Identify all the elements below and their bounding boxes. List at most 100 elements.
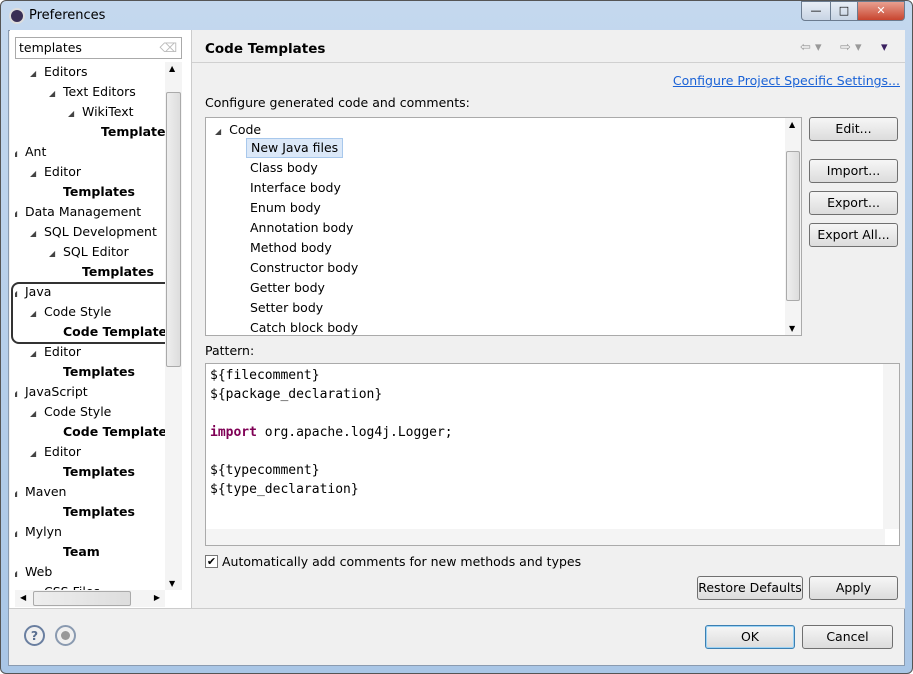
highlight-annotation	[11, 282, 177, 344]
tree-item[interactable]: ◢Mylyn	[15, 522, 62, 542]
tree-item-label: JavaScript	[25, 384, 88, 399]
scroll-thumb[interactable]	[166, 92, 181, 367]
filter-input[interactable]: templates ⌫	[15, 37, 182, 59]
import-export-icon[interactable]	[55, 625, 76, 646]
expand-arrow-icon[interactable]: ◢	[15, 144, 25, 164]
back-icon[interactable]: ⇦ ▾	[800, 40, 822, 55]
expand-arrow-icon[interactable]: ◢	[30, 224, 44, 244]
expand-arrow-icon[interactable]: ◢	[30, 64, 44, 84]
tree-item[interactable]: ◢ Editor	[30, 442, 81, 462]
tree-item[interactable]: Templates	[101, 122, 165, 142]
expand-arrow-icon[interactable]: ◢	[15, 484, 25, 504]
tree-item[interactable]: ◢ Code Style	[30, 402, 111, 422]
restore-defaults-button[interactable]: Restore Defaults	[697, 576, 803, 600]
tree-item[interactable]: ◢Data Management	[15, 202, 141, 222]
template-item[interactable]: Method body	[246, 238, 336, 258]
tree-item[interactable]: Templates	[63, 462, 135, 482]
tree-item[interactable]: Templates	[63, 502, 135, 522]
tree-item-label: SQL Development	[44, 224, 157, 239]
configure-label: Configure generated code and comments:	[205, 95, 470, 110]
h-scroll-thumb[interactable]	[33, 591, 131, 606]
tree-item[interactable]: CSS Files	[44, 582, 100, 590]
tree-item[interactable]: ◢ SQL Editor	[49, 242, 129, 262]
tree-item-label: Team	[63, 544, 100, 559]
view-menu-icon[interactable]: ▾	[881, 40, 888, 55]
cancel-button[interactable]: Cancel	[802, 625, 893, 649]
expand-arrow-icon[interactable]: ◢	[15, 564, 25, 584]
tree-item[interactable]: ◢ SQL Development	[30, 222, 157, 242]
maximize-button[interactable]: □	[830, 1, 858, 21]
template-item[interactable]: Interface body	[246, 178, 345, 198]
tree-item[interactable]: Templates	[63, 362, 135, 382]
tree-item-label: Templates	[63, 184, 135, 199]
templates-scrollbar[interactable]: ▲ ▼	[785, 118, 801, 335]
expand-arrow-icon[interactable]: ◢	[30, 444, 44, 464]
tree-item[interactable]: ◢JavaScript	[15, 382, 88, 402]
pattern-line: ${type_declaration}	[210, 482, 359, 497]
template-item[interactable]: Getter body	[246, 278, 329, 298]
scroll-down-icon[interactable]: ▼	[789, 324, 795, 333]
footer-separator	[9, 608, 905, 609]
expand-arrow-icon[interactable]: ◢	[30, 344, 44, 364]
minimize-button[interactable]: —	[801, 1, 831, 21]
tree-item-label: Templates	[63, 504, 135, 519]
edit-button[interactable]: Edit...	[809, 117, 898, 141]
tree-item[interactable]: ◢ WikiText	[68, 102, 134, 122]
expand-arrow-icon[interactable]: ◢	[15, 524, 25, 544]
forward-icon[interactable]: ⇨ ▾	[840, 40, 862, 55]
template-item[interactable]: Setter body	[246, 298, 327, 318]
pattern-vscroll[interactable]	[883, 364, 899, 529]
tree-item[interactable]: ◢ Editor	[30, 342, 81, 362]
tree-item[interactable]: Team	[63, 542, 100, 562]
auto-comments-checkbox[interactable]: ✔	[205, 555, 218, 568]
expand-arrow-icon[interactable]: ◢	[30, 404, 44, 424]
tree-item[interactable]: ◢Maven	[15, 482, 66, 502]
ok-button[interactable]: OK	[705, 625, 795, 649]
group-label: Code	[229, 122, 262, 137]
templates-tree[interactable]: ◢ Code New Java files Class body Interface…	[205, 117, 802, 336]
template-item[interactable]: Constructor body	[246, 258, 362, 278]
expand-arrow-icon[interactable]: ◢	[15, 384, 25, 404]
scroll-right-icon[interactable]: ▶	[154, 593, 160, 602]
tree-item[interactable]: ◢ Editors	[30, 62, 88, 82]
export-all-button[interactable]: Export All...	[809, 223, 898, 247]
template-item[interactable]: Enum body	[246, 198, 325, 218]
scroll-left-icon[interactable]: ◀	[20, 593, 26, 602]
expand-arrow-icon[interactable]: ◢	[15, 204, 25, 224]
pattern-text[interactable]: ${filecomment} ${package_declaration} imp…	[210, 366, 453, 499]
tree-item-label: Editor	[44, 164, 81, 179]
template-item[interactable]: Catch block body	[246, 318, 362, 338]
import-button[interactable]: Import...	[809, 159, 898, 183]
scroll-thumb[interactable]	[786, 151, 800, 301]
expand-arrow-icon[interactable]: ◢	[68, 104, 82, 124]
page-title: Code Templates	[205, 41, 326, 57]
tree-horizontal-scrollbar[interactable]: ◀ ▶	[15, 590, 165, 607]
close-button[interactable]: ✕	[857, 1, 905, 21]
tree-item-label: Templates	[63, 464, 135, 479]
scroll-down-icon[interactable]: ▼	[169, 579, 175, 588]
template-item[interactable]: Annotation body	[246, 218, 357, 238]
expand-arrow-icon[interactable]: ◢	[49, 84, 63, 104]
tree-item[interactable]: ◢ Editor	[30, 162, 81, 182]
configure-project-settings-link[interactable]: Configure Project Specific Settings...	[673, 73, 900, 88]
tree-vertical-scrollbar[interactable]: ▲ ▼	[165, 62, 182, 590]
tree-item[interactable]: Templates	[63, 182, 135, 202]
tree-item-label: Maven	[25, 484, 67, 499]
scroll-up-icon[interactable]: ▲	[169, 64, 175, 73]
template-item[interactable]: New Java files	[246, 138, 344, 158]
pattern-hscroll[interactable]	[206, 529, 885, 545]
scroll-up-icon[interactable]: ▲	[789, 120, 795, 129]
tree-item[interactable]: Templates	[82, 262, 154, 282]
template-item[interactable]: Class body	[246, 158, 322, 178]
pattern-label: Pattern:	[205, 343, 255, 358]
help-icon[interactable]: ?	[24, 625, 45, 646]
tree-item[interactable]: ◢ Text Editors	[49, 82, 136, 102]
apply-button[interactable]: Apply	[809, 576, 898, 600]
clear-filter-icon[interactable]: ⌫	[159, 40, 177, 55]
tree-item[interactable]: ◢Ant	[15, 142, 46, 162]
export-button[interactable]: Export...	[809, 191, 898, 215]
tree-item[interactable]: ◢Web	[15, 562, 52, 582]
expand-arrow-icon[interactable]: ◢	[49, 244, 63, 264]
expand-arrow-icon[interactable]: ◢	[30, 164, 44, 184]
tree-item[interactable]: Code Templates	[63, 422, 165, 442]
